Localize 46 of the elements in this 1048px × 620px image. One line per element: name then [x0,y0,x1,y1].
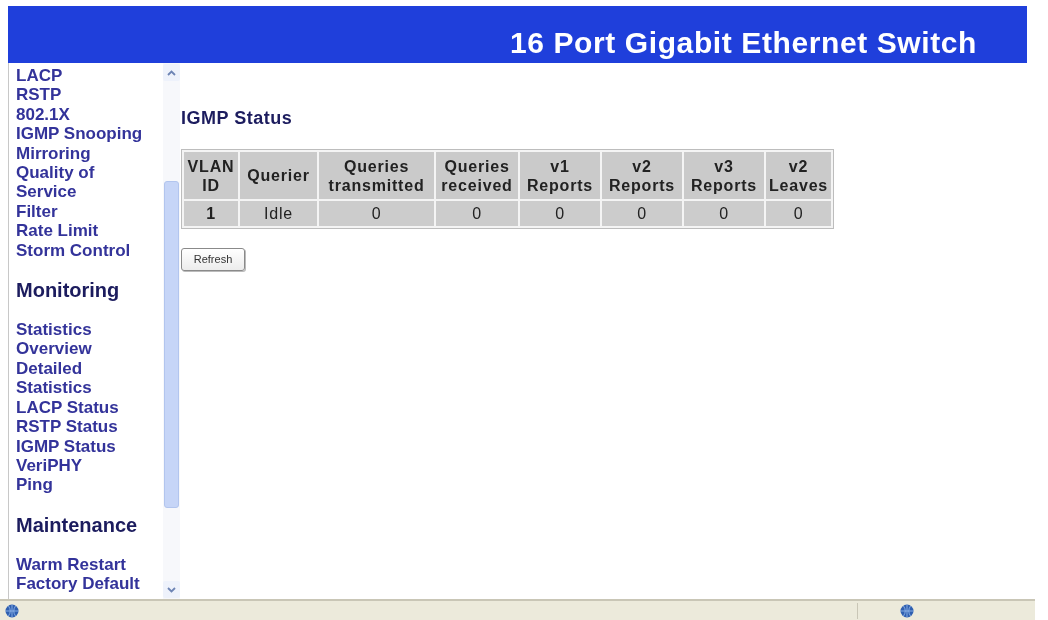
section-title: IGMP Status [181,107,293,129]
table-cell: 1 [184,201,238,226]
nav-link[interactable]: Rate Limit [16,221,99,241]
nav-link[interactable]: IGMP Status [16,436,116,456]
column-header: VLAN ID [184,152,238,199]
chevron-up-icon [167,69,176,76]
nav-link[interactable]: Detailed Statistics [16,358,156,398]
column-header: v1 Reports [520,152,600,199]
scroll-down-button[interactable] [163,581,180,598]
table-cell: 0 [520,201,600,226]
column-header: v3 Reports [684,152,764,199]
globe-icon [900,603,914,618]
nav-link[interactable]: RSTP Status [16,417,118,437]
column-header: Queries received [436,152,518,199]
table-cell: 0 [684,201,764,226]
nav-link[interactable]: LACP Status [16,397,119,418]
table-cell: 0 [319,201,434,226]
page-title: 16 Port Gigabit Ethernet Switch [510,26,977,60]
section-heading: Maintenance [16,513,138,536]
table-cell: Idle [240,201,317,226]
nav-link[interactable]: RSTP [16,85,62,105]
nav-link[interactable]: Mirroring [16,143,91,164]
nav-link[interactable]: Quality of Service [16,163,156,202]
nav-link[interactable]: Ping [16,475,53,495]
table-cell: 0 [766,201,831,226]
column-header: v2 Leaves [766,152,831,199]
nav-link[interactable]: Storm Control [16,240,131,261]
globe-icon [5,603,19,618]
nav-link[interactable]: Statistics Overview [16,320,156,359]
chevron-down-icon [167,586,176,593]
scroll-up-button[interactable] [163,64,180,81]
scrollbar-thumb[interactable] [164,181,179,508]
nav-link[interactable]: 802.1X [16,104,70,125]
column-header: Querier [240,152,317,199]
nav-link[interactable]: Filter [16,201,58,222]
nav-link[interactable]: Factory Default [16,574,140,594]
nav-link[interactable]: LACP [16,66,63,86]
nav-link[interactable]: IGMP Snooping [16,124,143,144]
refresh-button[interactable]: Refresh [181,248,245,271]
column-header: Queries transmitted [319,152,434,199]
table-cell: 0 [602,201,682,226]
nav-link[interactable]: Warm Restart [16,554,126,575]
nav-link[interactable]: VeriPHY [16,455,83,476]
table-cell: 0 [436,201,518,226]
section-heading: Monitoring [16,279,120,302]
column-header: v2 Reports [602,152,682,199]
